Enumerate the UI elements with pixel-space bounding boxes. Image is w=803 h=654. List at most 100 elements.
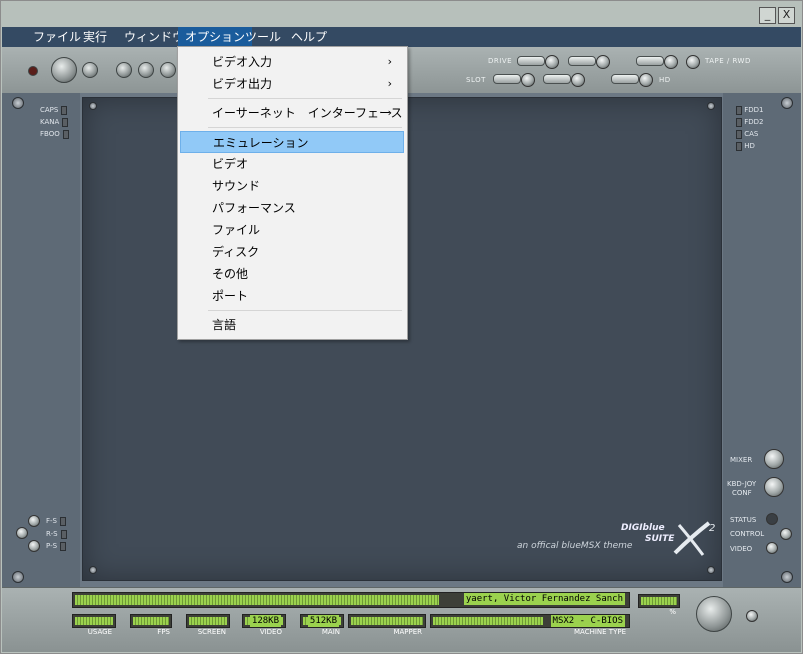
slot-1-eject-icon[interactable] <box>521 73 535 87</box>
menu-files[interactable]: ファイル <box>180 219 404 241</box>
drive-a-eject-icon[interactable] <box>545 55 559 69</box>
led-caps: CAPS <box>40 105 68 115</box>
status-label: STATUS <box>730 516 757 524</box>
slot-2[interactable] <box>543 74 571 84</box>
tape-slot[interactable] <box>636 56 664 66</box>
menu-video-input[interactable]: ビデオ入力 › <box>180 51 404 73</box>
close-button[interactable]: X <box>778 7 795 24</box>
menu-ports[interactable]: ポート <box>180 285 404 307</box>
kbd-conf-label: CONF <box>732 489 752 497</box>
main-memory-value: 512KB <box>307 615 339 627</box>
screw-icon <box>12 571 24 583</box>
reset-knob-icon[interactable] <box>82 62 98 78</box>
rs-knob-icon[interactable] <box>16 527 28 539</box>
menu-video-input-label: ビデオ入力 <box>212 55 273 69</box>
main-memory-display: 512KB <box>300 614 344 628</box>
control-toggle-icon[interactable] <box>780 528 792 540</box>
menu-other[interactable]: その他 <box>180 263 404 285</box>
led-icon <box>62 129 69 139</box>
menu-video[interactable]: ビデオ <box>180 153 404 175</box>
menu-ports-label: ポート <box>212 289 249 303</box>
led-hd: HD <box>733 141 755 151</box>
kbd-joy-knob-icon[interactable] <box>764 477 784 497</box>
slot-2-eject-icon[interactable] <box>571 73 585 87</box>
menu-separator <box>208 127 402 128</box>
screen-bar <box>189 617 227 625</box>
mixer-knob-icon[interactable] <box>764 449 784 469</box>
drive-b-eject-icon[interactable] <box>596 55 610 69</box>
led-cas: CAS <box>733 129 758 139</box>
menu-other-label: その他 <box>212 267 249 281</box>
led-icon <box>736 129 742 139</box>
title-bar: _ X <box>1 1 802 27</box>
status-toggle-icon[interactable] <box>766 513 778 525</box>
main-memory-label: MAIN <box>321 628 340 636</box>
usage-display <box>72 614 116 628</box>
screen-label: SCREEN <box>197 628 226 636</box>
play-button-icon[interactable] <box>116 62 132 78</box>
menu-video-output[interactable]: ビデオ出力 › <box>180 73 404 95</box>
control-ps: P-S <box>46 541 67 551</box>
submenu-arrow-icon: › <box>387 77 392 90</box>
fs-knob-icon[interactable] <box>28 515 40 527</box>
led-kana: KANA <box>40 117 69 127</box>
screw-icon <box>707 102 715 110</box>
percent-label: % <box>669 608 676 616</box>
power-knob-icon[interactable] <box>51 57 77 83</box>
power-led-icon <box>28 66 38 76</box>
minimize-button[interactable]: _ <box>759 7 776 24</box>
menu-emulation[interactable]: エミュレーション <box>180 131 404 153</box>
machine-type-display: MSX2 - C-BIOS <box>430 614 630 628</box>
usage-label: USAGE <box>87 628 112 636</box>
led-icon <box>736 117 742 127</box>
fps-display <box>130 614 172 628</box>
menu-performance[interactable]: パフォーマンス <box>180 197 404 219</box>
options-dropdown-menu: ビデオ入力 › ビデオ出力 › イーサーネット インターフェース › エミュレー… <box>177 46 408 340</box>
speed-knob-icon[interactable] <box>696 596 732 632</box>
menu-disk[interactable]: ディスク <box>180 241 404 263</box>
mapper-display <box>348 614 426 628</box>
led-fdd2: FDD2 <box>733 117 764 127</box>
video-memory-display: 128KB <box>242 614 286 628</box>
hd-slot[interactable] <box>611 74 639 84</box>
menu-language[interactable]: 言語 <box>180 314 404 336</box>
menu-sound[interactable]: サウンド <box>180 175 404 197</box>
mapper-label: MAPPER <box>393 628 422 636</box>
screen-display <box>186 614 230 628</box>
control-label: CONTROL <box>730 530 765 538</box>
menu-run[interactable]: 実行 <box>76 27 114 47</box>
menu-help[interactable]: ヘルプ <box>284 27 334 47</box>
machine-type-label: MACHINE TYPE <box>573 628 626 636</box>
pause-button-icon[interactable] <box>138 62 154 78</box>
slot-label: SLOT <box>466 76 486 84</box>
hd-eject-icon[interactable] <box>639 73 653 87</box>
video-toggle-icon[interactable] <box>766 542 778 554</box>
led-kana-label: KANA <box>40 118 60 126</box>
speed-reset-icon[interactable] <box>746 610 758 622</box>
led-hd-label: HD <box>744 142 755 150</box>
stop-button-icon[interactable] <box>160 62 176 78</box>
control-ps-label: P-S <box>46 542 58 550</box>
screw-icon <box>707 566 715 574</box>
right-panel: FDD1 FDD2 CAS HD MIXER KBD-JOY CONF STAT… <box>723 93 801 587</box>
menu-tools[interactable]: ツール <box>238 27 288 47</box>
percent-display <box>638 594 680 608</box>
screw-icon <box>89 566 97 574</box>
logo-brand: DIGIblue <box>621 523 665 533</box>
ps-knob-icon[interactable] <box>28 540 40 552</box>
drive-b-slot[interactable] <box>568 56 596 66</box>
left-panel: CAPS KANA FBOO F-S R-S P-S <box>2 93 80 587</box>
led-fdd1-label: FDD1 <box>744 106 764 114</box>
hd-label: HD <box>659 76 671 84</box>
menu-ethernet-interface[interactable]: イーサーネット インターフェース › <box>180 102 404 124</box>
drive-a-slot[interactable] <box>517 56 545 66</box>
tape-rewind-icon[interactable] <box>686 55 700 69</box>
led-fboo: FBOO <box>40 129 69 139</box>
mapper-bar <box>351 617 423 625</box>
control-fs-label: F-S <box>46 517 57 525</box>
video-memory-label: VIDEO <box>259 628 282 636</box>
tape-eject-icon[interactable] <box>664 55 678 69</box>
led-icon <box>62 117 69 127</box>
slot-1[interactable] <box>493 74 521 84</box>
screw-icon <box>781 97 793 109</box>
